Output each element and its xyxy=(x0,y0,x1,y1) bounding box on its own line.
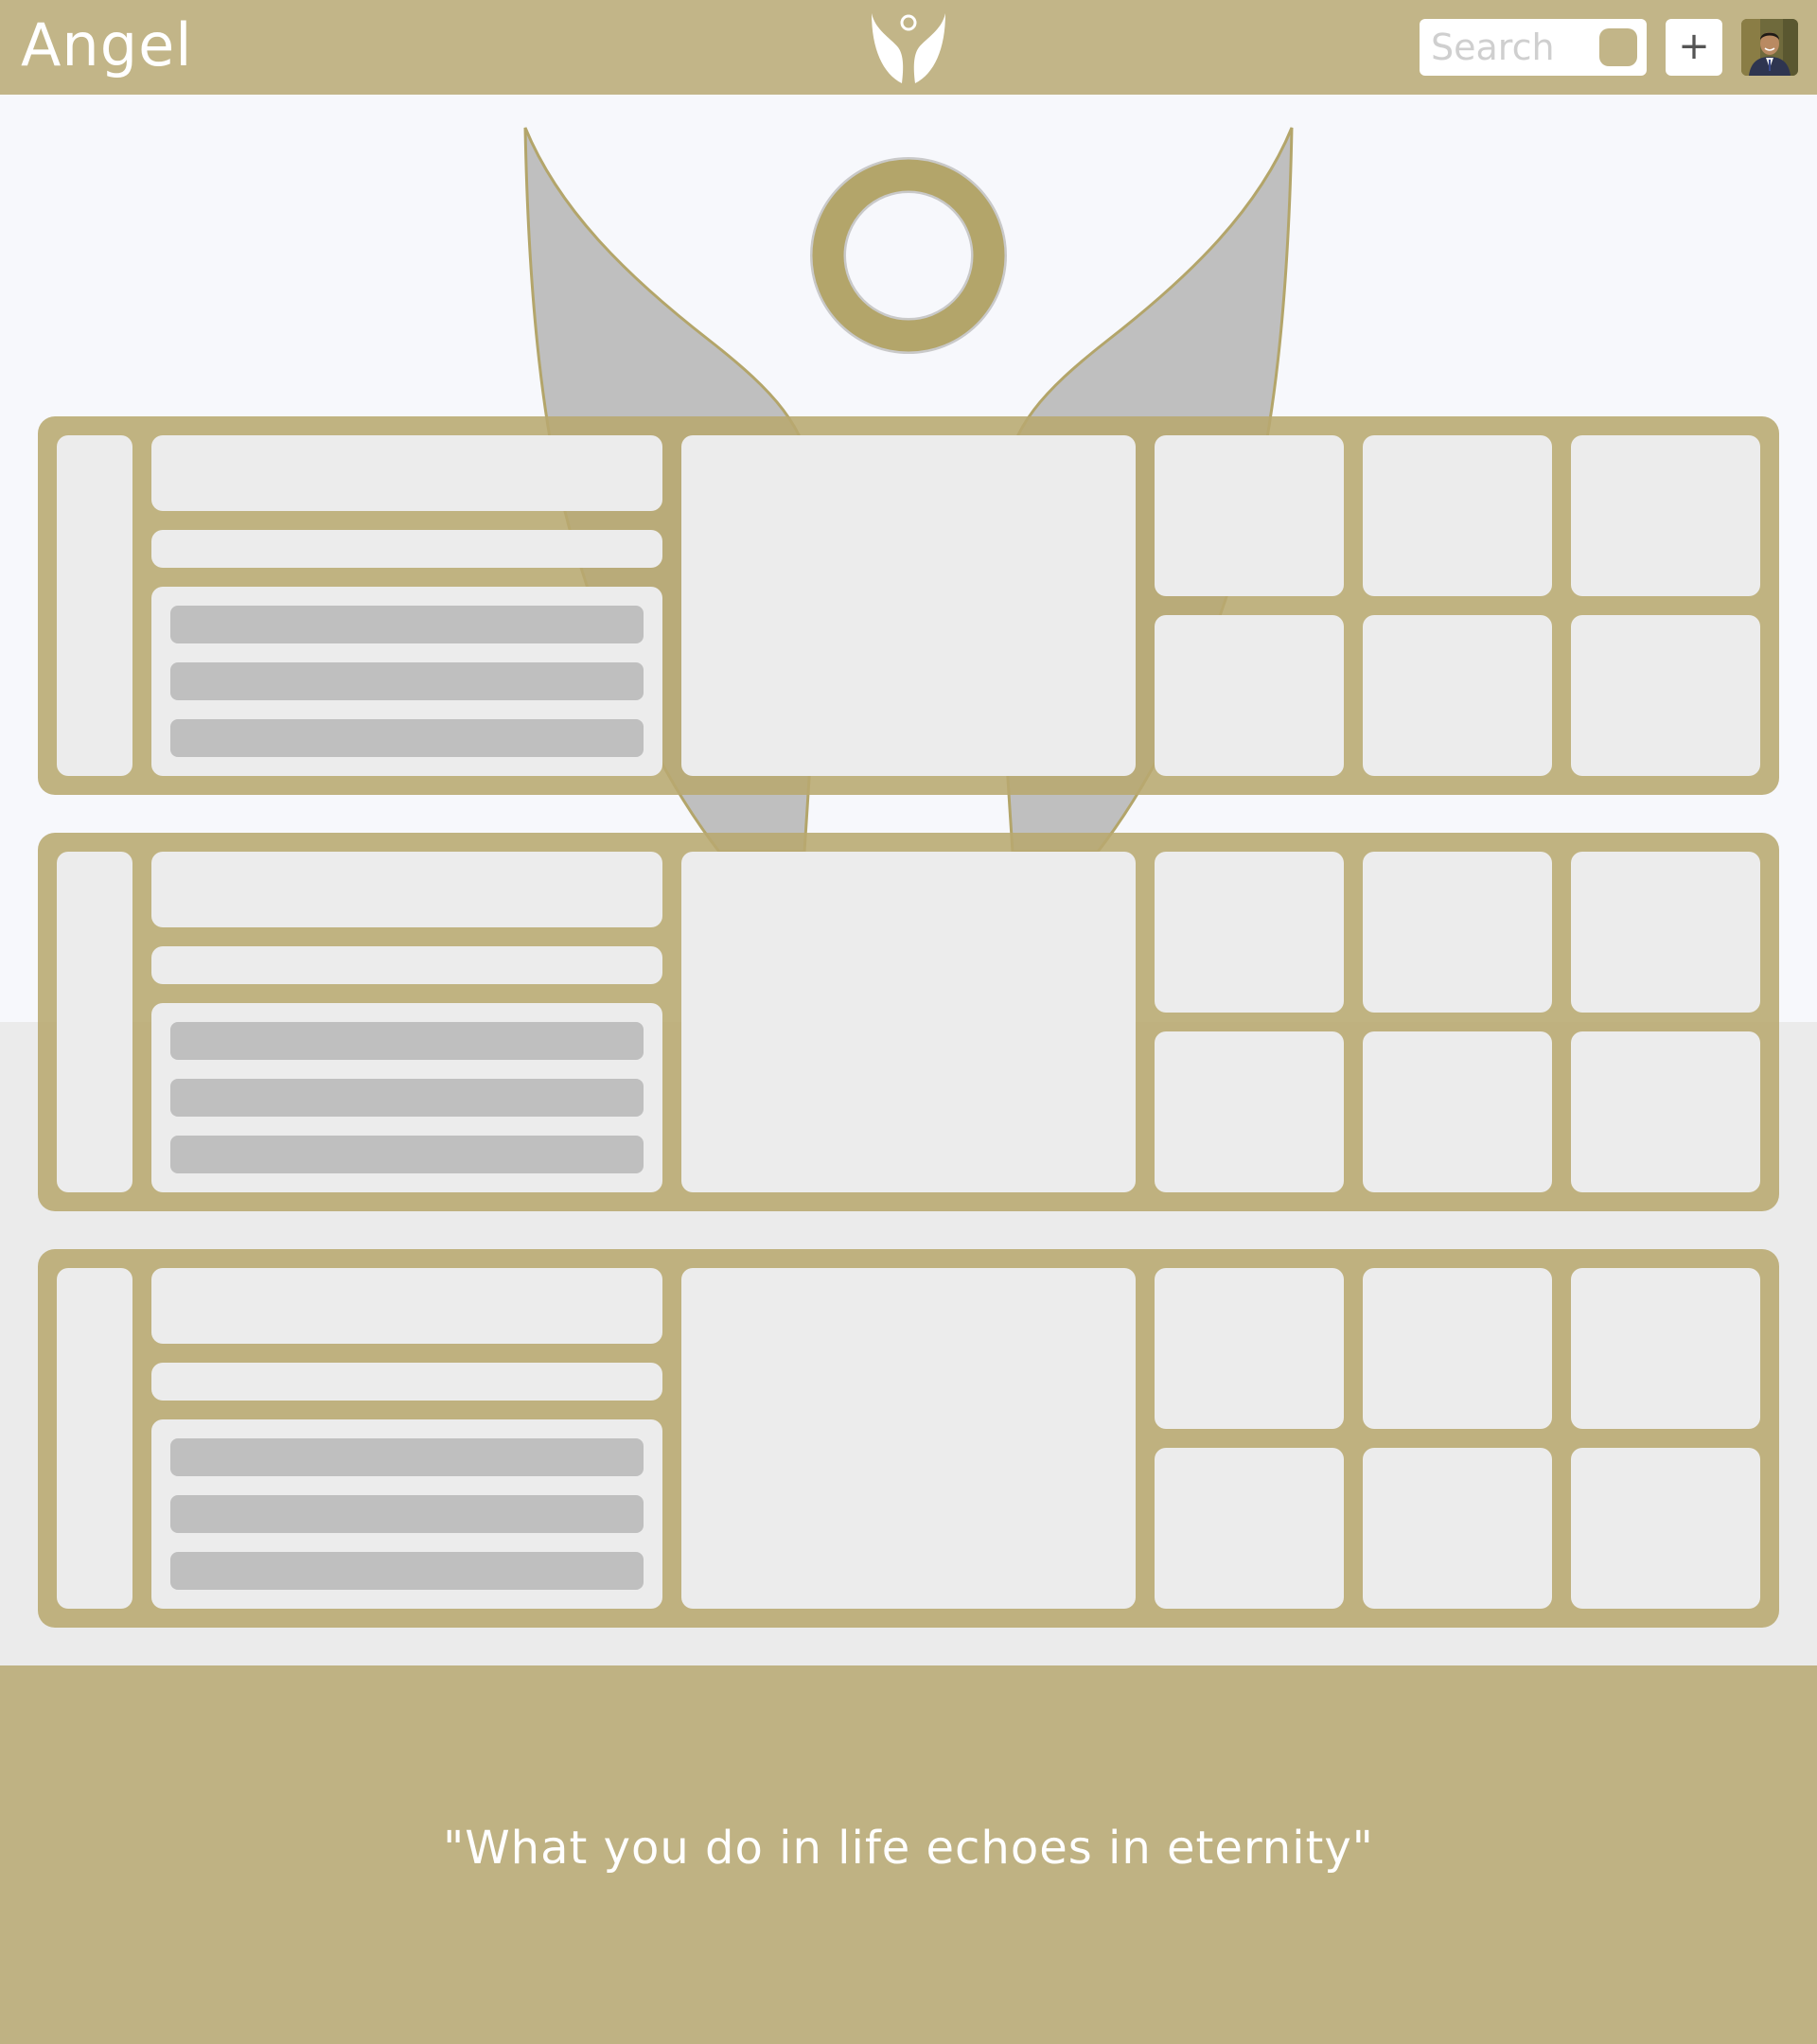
row-side-panel[interactable] xyxy=(57,1268,132,1609)
row-subtitle-block[interactable] xyxy=(151,530,662,568)
grid-tile[interactable] xyxy=(1363,435,1552,596)
grid-tile[interactable] xyxy=(1571,1448,1760,1609)
grid-tile[interactable] xyxy=(1155,852,1344,1013)
grid-tile[interactable] xyxy=(1571,435,1760,596)
add-button[interactable]: + xyxy=(1666,19,1722,76)
grid-tile[interactable] xyxy=(1571,1031,1760,1192)
row-list-panel xyxy=(151,1419,662,1609)
content-row xyxy=(38,416,1779,795)
grid-tile[interactable] xyxy=(1571,1268,1760,1429)
list-item[interactable] xyxy=(170,1552,644,1590)
list-item[interactable] xyxy=(170,662,644,700)
row-main-card[interactable] xyxy=(681,435,1136,776)
grid-tile[interactable] xyxy=(1363,1448,1552,1609)
footer-quote: "What you do in life echoes in eternity" xyxy=(443,1822,1374,1875)
avatar[interactable] xyxy=(1741,19,1798,76)
grid-tile[interactable] xyxy=(1155,1448,1344,1609)
row-side-panel[interactable] xyxy=(57,435,132,776)
list-item[interactable] xyxy=(170,1022,644,1060)
row-title-block[interactable] xyxy=(151,435,662,511)
list-item[interactable] xyxy=(170,606,644,643)
grid-tile[interactable] xyxy=(1155,1268,1344,1429)
row-subtitle-block[interactable] xyxy=(151,1363,662,1401)
plus-icon: + xyxy=(1678,25,1710,68)
grid-tile[interactable] xyxy=(1571,852,1760,1013)
row-title-block[interactable] xyxy=(151,1268,662,1344)
grid-tile[interactable] xyxy=(1155,615,1344,776)
row-subtitle-block[interactable] xyxy=(151,946,662,984)
search-input[interactable] xyxy=(1431,26,1592,68)
list-item[interactable] xyxy=(170,1079,644,1117)
row-list-panel xyxy=(151,587,662,776)
row-main-card[interactable] xyxy=(681,852,1136,1192)
grid-tile[interactable] xyxy=(1363,1031,1552,1192)
content-row xyxy=(38,1249,1779,1628)
content-row xyxy=(38,833,1779,1211)
grid-tile[interactable] xyxy=(1571,615,1760,776)
brand-title[interactable]: Angel xyxy=(21,8,192,83)
row-side-panel[interactable] xyxy=(57,852,132,1192)
grid-tile[interactable] xyxy=(1363,615,1552,776)
grid-tile[interactable] xyxy=(1155,1031,1344,1192)
grid-tile[interactable] xyxy=(1155,435,1344,596)
list-item[interactable] xyxy=(170,1438,644,1476)
grid-tile[interactable] xyxy=(1363,1268,1552,1429)
search-toggle-button[interactable] xyxy=(1599,28,1637,66)
top-bar: Angel + xyxy=(0,0,1817,95)
search-box[interactable] xyxy=(1420,19,1647,76)
user-avatar-image xyxy=(1741,19,1798,76)
list-item[interactable] xyxy=(170,719,644,757)
list-item[interactable] xyxy=(170,1136,644,1173)
row-title-block[interactable] xyxy=(151,852,662,927)
row-main-card[interactable] xyxy=(681,1268,1136,1609)
row-list-panel xyxy=(151,1003,662,1192)
list-item[interactable] xyxy=(170,1495,644,1533)
grid-tile[interactable] xyxy=(1363,852,1552,1013)
angel-logo-icon[interactable] xyxy=(870,11,947,85)
